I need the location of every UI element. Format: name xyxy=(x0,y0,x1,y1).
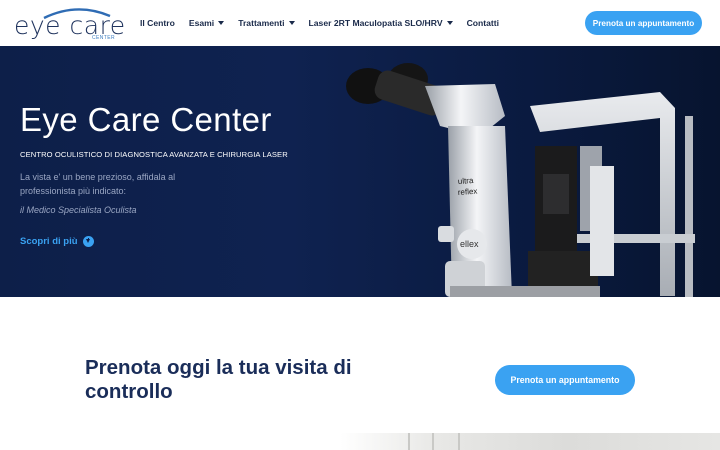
nav-item-il-centro[interactable]: Il Centro xyxy=(140,18,175,28)
nav-item-laser[interactable]: Laser 2RT Maculopatia SLO/HRV xyxy=(309,18,453,28)
nav-item-label: Laser 2RT Maculopatia SLO/HRV xyxy=(308,18,443,28)
nav-item-label: Esami xyxy=(188,18,215,28)
arrow-down-circle-icon xyxy=(82,236,94,247)
slit-lamp-image: ultra reflex ellex xyxy=(346,63,695,297)
nav-item-label: Trattamenti xyxy=(238,18,285,28)
chevron-down-icon xyxy=(446,21,453,25)
photo-detail xyxy=(432,433,434,450)
book-appointment-button[interactable]: Prenota un appuntamento xyxy=(585,11,702,35)
hero-text: La vista e' un bene prezioso, affidala a… xyxy=(20,172,176,196)
reflex-label: reflex xyxy=(458,187,478,197)
ellex-label: ellex xyxy=(460,239,479,249)
hero-section: Eye Care Center CENTRO OCULISTICO DI DIA… xyxy=(0,46,720,297)
main-nav: Il Centro Esami Trattamenti Laser 2RT Ma… xyxy=(140,16,513,30)
chevron-down-icon xyxy=(288,21,295,25)
hero-quote: il Medico Specialista Oculista xyxy=(20,205,137,215)
bottom-photo xyxy=(340,433,720,450)
hero-subtitle: CENTRO OCULISTICO DI DIAGNOSTICA AVANZAT… xyxy=(20,150,288,159)
booking-button[interactable]: Prenota un appuntamento xyxy=(495,365,635,395)
logo-subtext: CENTER xyxy=(92,35,115,41)
discover-more-link[interactable]: Scopri di più xyxy=(20,236,94,247)
chevron-down-icon xyxy=(218,21,225,25)
photo-detail xyxy=(408,433,410,450)
logo[interactable]: eye care CENTER xyxy=(14,4,125,42)
discover-more-label: Scopri di più xyxy=(20,236,78,247)
nav-item-contatti[interactable]: Contatti xyxy=(467,18,499,28)
nav-item-label: Il Centro xyxy=(140,18,175,28)
hero-title: Eye Care Center xyxy=(20,101,272,138)
nav-item-label: Contatti xyxy=(466,18,500,28)
nav-item-trattamenti[interactable]: Trattamenti xyxy=(238,18,295,28)
nav-item-esami[interactable]: Esami xyxy=(188,18,225,28)
ultra-label: ultra xyxy=(458,176,475,186)
site-header: eye care CENTER Il Centro Esami Trattame… xyxy=(0,0,720,46)
photo-detail xyxy=(458,433,460,450)
booking-title: Prenota oggi la tua visita di controllo xyxy=(85,356,352,403)
